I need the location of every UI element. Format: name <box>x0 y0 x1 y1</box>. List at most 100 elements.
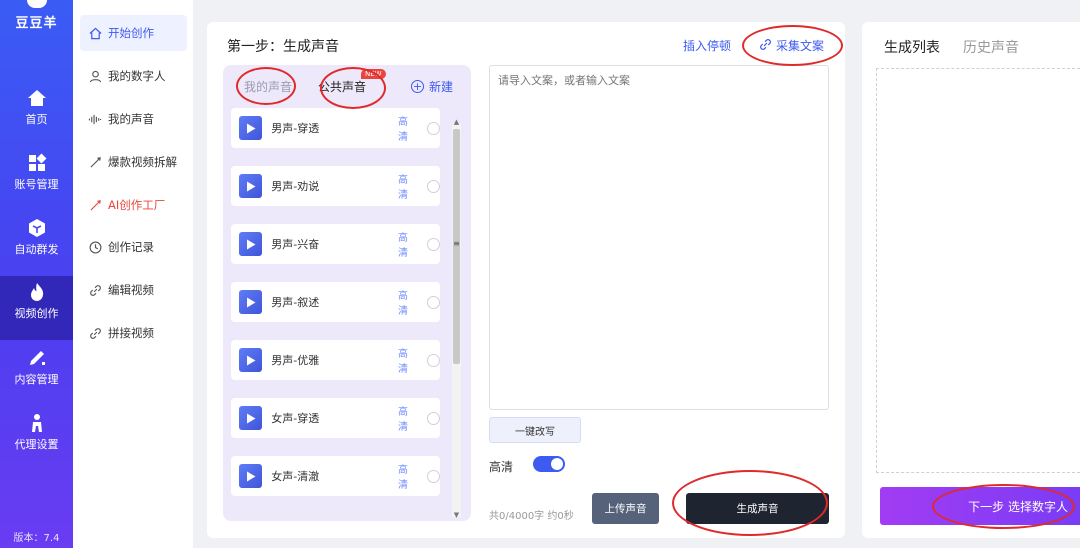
voice-radio[interactable] <box>427 121 440 135</box>
rail-item-label: 内容管理 <box>14 373 59 386</box>
voice-radio[interactable] <box>427 469 440 483</box>
play-icon <box>239 348 263 372</box>
voice-quality: 高清 <box>398 407 408 433</box>
voice-radio[interactable] <box>427 353 440 367</box>
voice-generation-card: 第一步：生成声音 插入停顿 采集文案 我的声音 公共声音 NEW + 新建 男声… <box>207 22 845 538</box>
rail-item-label: 首页 <box>25 113 48 126</box>
voice-name: 男声-穿透 <box>271 122 320 135</box>
tab-my-voice[interactable]: 我的声音 <box>244 78 292 95</box>
hq-toggle[interactable] <box>533 456 565 472</box>
upload-voice-button[interactable]: 上传声音 <box>592 493 659 524</box>
new-voice-button[interactable]: + 新建 <box>411 78 453 95</box>
person-icon <box>31 414 42 432</box>
subnav-label: 爆款视频拆解 <box>108 155 177 169</box>
edit-icon <box>29 351 45 365</box>
voice-radio[interactable] <box>427 179 440 193</box>
subnav-label: AI创作工厂 <box>108 198 166 212</box>
subnav-item-edit-video[interactable]: 编辑视频 <box>80 272 187 308</box>
voice-radio[interactable] <box>427 295 440 309</box>
voice-radio[interactable] <box>427 237 440 251</box>
voice-name: 男声-兴奋 <box>271 238 320 251</box>
voice-item[interactable]: 男声-劝说 高清 <box>231 166 440 206</box>
toggle-knob <box>551 458 563 470</box>
subnav-item-digital-human[interactable]: 我的数字人 <box>80 58 187 94</box>
generated-list-area <box>876 68 1080 473</box>
rail-item-label: 代理设置 <box>14 438 59 451</box>
play-icon <box>239 232 263 256</box>
subnav-item-my-voice[interactable]: 我的声音 <box>80 101 187 137</box>
voice-item[interactable]: 男声-优雅 高清 <box>231 340 440 380</box>
voice-quality: 高清 <box>398 349 408 375</box>
voice-radio[interactable] <box>427 411 440 425</box>
rail-item-label: 视频创作 <box>14 307 59 320</box>
grid-icon <box>28 153 46 171</box>
step-title: 第一步：生成声音 <box>227 39 339 55</box>
flame-icon <box>30 283 43 301</box>
brand: 豆豆羊 <box>0 0 73 31</box>
new-badge: NEW <box>361 69 386 79</box>
rail-item-label: 自动群发 <box>14 243 59 256</box>
hq-label: 高清 <box>489 460 514 474</box>
waveform-icon <box>88 112 102 126</box>
rail-item-accounts[interactable]: 账号管理 <box>0 147 73 211</box>
rail-item-content[interactable]: 内容管理 <box>0 342 73 406</box>
next-step-button[interactable]: 下一步 选择数字人 <box>880 487 1080 525</box>
rail-item-agent[interactable]: 代理设置 <box>0 407 73 471</box>
main-rail: 豆豆羊 首页 账号管理 自动群发 视频创作 内容管理 代理设置 版本：7.4 <box>0 0 73 548</box>
play-icon <box>239 464 263 488</box>
char-count: 共0/4000字 约0秒 <box>489 511 574 522</box>
plus-circle-icon: + <box>411 80 424 93</box>
brand-name: 豆豆羊 <box>15 16 58 31</box>
subnav-item-history[interactable]: 创作记录 <box>80 229 187 265</box>
rail-item-home[interactable]: 首页 <box>0 82 73 146</box>
voice-name: 女声-清澈 <box>271 470 320 483</box>
play-icon <box>239 174 263 198</box>
voice-item[interactable]: 女声-穿透 高清 <box>231 398 440 438</box>
voice-name: 男声-叙述 <box>271 296 320 309</box>
subnav-item-start[interactable]: 开始创作 <box>80 15 187 51</box>
tab-history-voice[interactable]: 历史声音 <box>963 37 1019 57</box>
voice-name: 男声-优雅 <box>271 354 320 367</box>
rail-item-video-create[interactable]: 视频创作 <box>0 276 73 340</box>
voice-quality: 高清 <box>398 117 408 143</box>
subnav-item-splice-video[interactable]: 拼接视频 <box>80 315 187 351</box>
scroll-down-arrow-icon[interactable]: ▼ <box>452 511 461 519</box>
voice-item[interactable]: 女声-清澈 高清 <box>231 456 440 496</box>
rewrite-button[interactable]: 一键改写 <box>489 417 581 443</box>
logo-icon <box>26 0 47 8</box>
play-icon <box>239 116 263 140</box>
voice-name: 男声-劝说 <box>271 180 320 193</box>
script-textarea[interactable] <box>489 65 829 410</box>
wand-icon <box>88 155 102 169</box>
link-icon <box>88 283 102 297</box>
voice-item[interactable]: 男声-穿透 高清 <box>231 108 440 148</box>
voice-name: 女声-穿透 <box>271 412 320 425</box>
voice-item[interactable]: 男声-兴奋 高清 <box>231 224 440 264</box>
link-icon <box>88 326 102 340</box>
voice-item[interactable]: 男声-叙述 高清 <box>231 282 440 322</box>
wand-icon <box>88 198 102 212</box>
subnav-label: 我的声音 <box>108 112 154 126</box>
subnav-item-viral-breakdown[interactable]: 爆款视频拆解 <box>80 144 187 180</box>
rail-item-label: 账号管理 <box>14 178 59 191</box>
voice-quality: 高清 <box>398 465 408 491</box>
clock-icon <box>88 240 102 254</box>
collect-copy-link[interactable]: 采集文案 <box>759 37 824 54</box>
voice-panel: 我的声音 公共声音 NEW + 新建 男声-穿透 高清 男声-劝说 高清 男声-… <box>223 65 471 521</box>
play-icon <box>239 406 263 430</box>
tab-generated-list[interactable]: 生成列表 <box>884 37 940 57</box>
tab-public-voice[interactable]: 公共声音 <box>318 78 366 95</box>
insert-pause-link[interactable]: 插入停顿 <box>683 37 731 54</box>
cube-icon <box>28 219 45 237</box>
sub-sidebar: 开始创作 我的数字人 我的声音 爆款视频拆解 AI创作工厂 创作记录 编辑视频 … <box>73 0 193 548</box>
play-icon <box>239 290 263 314</box>
voice-list-scrollbar[interactable]: ▲ ≡ ▼ <box>452 118 461 519</box>
subnav-label: 拼接视频 <box>108 326 154 340</box>
generate-voice-button[interactable]: 生成声音 <box>686 493 829 524</box>
results-card: 生成列表 历史声音 下一步 选择数字人 <box>862 22 1080 538</box>
user-icon <box>88 69 102 83</box>
scroll-up-arrow-icon[interactable]: ▲ <box>452 118 461 126</box>
link-icon <box>759 38 772 54</box>
rail-item-auto-send[interactable]: 自动群发 <box>0 212 73 276</box>
subnav-item-ai-factory[interactable]: AI创作工厂 <box>80 187 187 223</box>
